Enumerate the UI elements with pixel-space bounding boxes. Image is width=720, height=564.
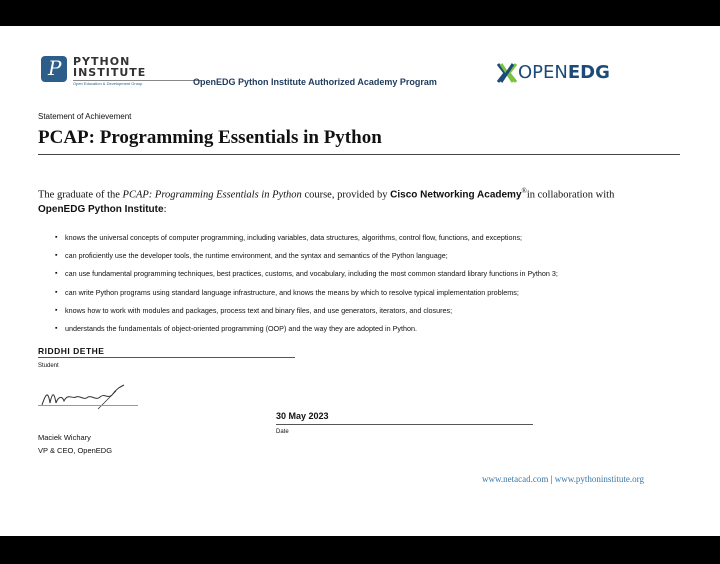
list-item: can use fundamental programming techniqu… xyxy=(55,265,558,283)
program-name: OpenEDG Python Institute Authorized Acad… xyxy=(193,77,437,87)
skills-list: knows the universal concepts of computer… xyxy=(55,229,558,338)
date-label: Date xyxy=(276,429,289,435)
list-item: knows how to work with modules and packa… xyxy=(55,302,558,320)
list-item: can proficiently use the developer tools… xyxy=(55,247,558,265)
student-label: Student xyxy=(38,363,59,369)
python-institute-icon: P xyxy=(41,56,67,82)
openedg-x-icon xyxy=(496,63,518,83)
signer-name: Maciek Wichary xyxy=(38,433,91,442)
footer-links: www.netacad.com | www.pythoninstitute.or… xyxy=(482,474,644,484)
date-line xyxy=(276,424,533,425)
logo-line2: INSTITUTE xyxy=(73,66,147,79)
partner-name: OpenEDG Python Institute xyxy=(38,203,164,215)
list-item: knows the universal concepts of computer… xyxy=(55,229,558,247)
signer-role: VP & CEO, OpenEDG xyxy=(38,446,113,455)
openedg-word-a: OPEN xyxy=(518,62,568,83)
list-item: can write Python programs using standard… xyxy=(55,284,558,302)
netacad-link[interactable]: www.netacad.com xyxy=(482,474,548,484)
signature-line xyxy=(38,405,138,406)
intro-paragraph: The graduate of the PCAP: Programming Es… xyxy=(38,187,615,215)
pythoninstitute-link[interactable]: www.pythoninstitute.org xyxy=(555,474,644,484)
python-institute-logo: P PYTHON INSTITUTE Open Education & Deve… xyxy=(41,56,201,87)
course-name: PCAP: Programming Essentials in Python xyxy=(122,189,302,201)
openedg-word-b: EDG xyxy=(567,62,610,83)
issue-date: 30 May 2023 xyxy=(276,411,329,421)
certificate-title: PCAP: Programming Essentials in Python xyxy=(38,127,382,148)
student-line xyxy=(38,357,295,358)
logo-tagline: Open Education & Development Group xyxy=(73,81,143,86)
title-divider xyxy=(38,154,680,155)
signature-image xyxy=(41,384,125,410)
student-name: RIDDHI DETHE xyxy=(38,346,105,356)
statement-kicker: Statement of Achievement xyxy=(38,112,132,121)
list-item: understands the fundamentals of object-o… xyxy=(55,320,558,338)
certificate-page: P PYTHON INSTITUTE Open Education & Deve… xyxy=(0,26,720,536)
openedg-logo: OPEN EDG xyxy=(496,62,610,84)
provider-name: Cisco Networking Academy xyxy=(390,189,522,201)
